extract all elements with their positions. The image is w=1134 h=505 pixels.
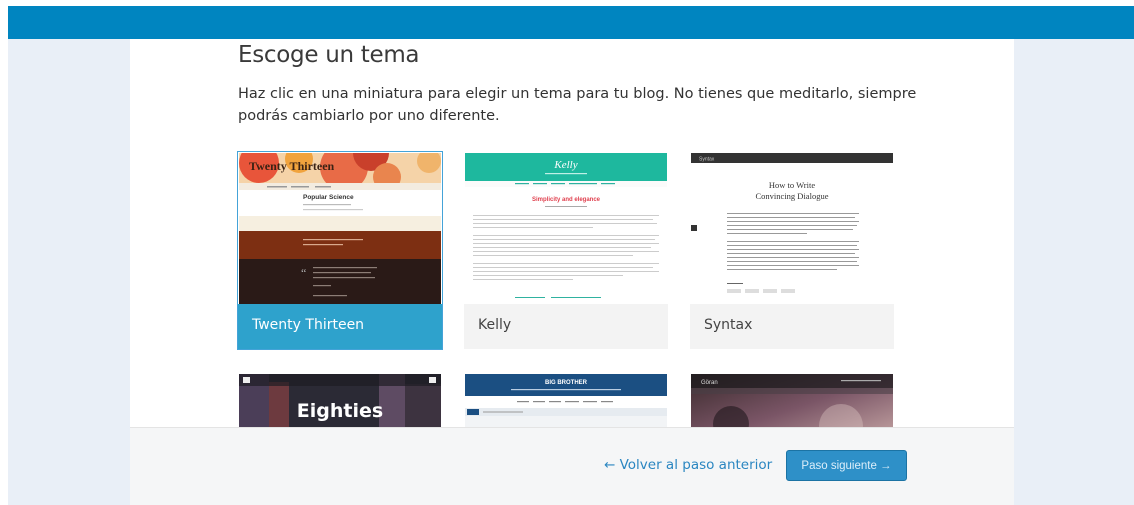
theme-thumbnail: Syntax How to Write Convincing Dialogue: [691, 153, 893, 304]
preview-title: Kelly: [553, 159, 577, 171]
theme-thumbnail: Twenty Thirteen Popular Science “: [239, 153, 441, 304]
preview-post-title: Popular Science: [303, 194, 354, 201]
page-title: Escoge un tema: [238, 42, 420, 68]
theme-card-kelly[interactable]: Kelly Simplicity and elegance Kelly: [464, 152, 668, 349]
wizard-footer: ← Volver al paso anterior Paso siguiente…: [130, 427, 1014, 505]
preview-title: Göran: [701, 380, 718, 386]
preview-post-title-line-2: Convincing Dialogue: [756, 191, 829, 201]
page-description: Haz clic en una miniatura para elegir un…: [238, 86, 917, 124]
theme-picker-panel: Escoge un tema Haz clic en una miniatura…: [130, 39, 1014, 505]
back-link[interactable]: ← Volver al paso anterior: [604, 457, 772, 473]
theme-card-twenty-thirteen[interactable]: Twenty Thirteen Popular Science “ Twenty…: [237, 151, 443, 350]
theme-name: Syntax: [690, 304, 894, 349]
next-step-button[interactable]: Paso siguiente →: [786, 450, 907, 481]
preview-post-title: Simplicity and elegance: [532, 197, 601, 203]
theme-name: Twenty Thirteen: [238, 304, 442, 349]
theme-name: Kelly: [464, 304, 668, 349]
svg-text:“: “: [301, 266, 306, 280]
theme-thumbnail: Kelly Simplicity and elegance: [465, 153, 667, 304]
preview-title: Eighties: [297, 400, 383, 422]
top-bar: [8, 6, 1134, 39]
preview-post-title-line-1: How to Write: [769, 180, 815, 190]
preview-title: BIG BROTHER: [545, 380, 588, 386]
preview-title: Twenty Thirteen: [249, 159, 335, 173]
preview-title: Syntax: [699, 157, 715, 163]
theme-card-syntax[interactable]: Syntax How to Write Convincing Dialogue: [690, 152, 894, 349]
